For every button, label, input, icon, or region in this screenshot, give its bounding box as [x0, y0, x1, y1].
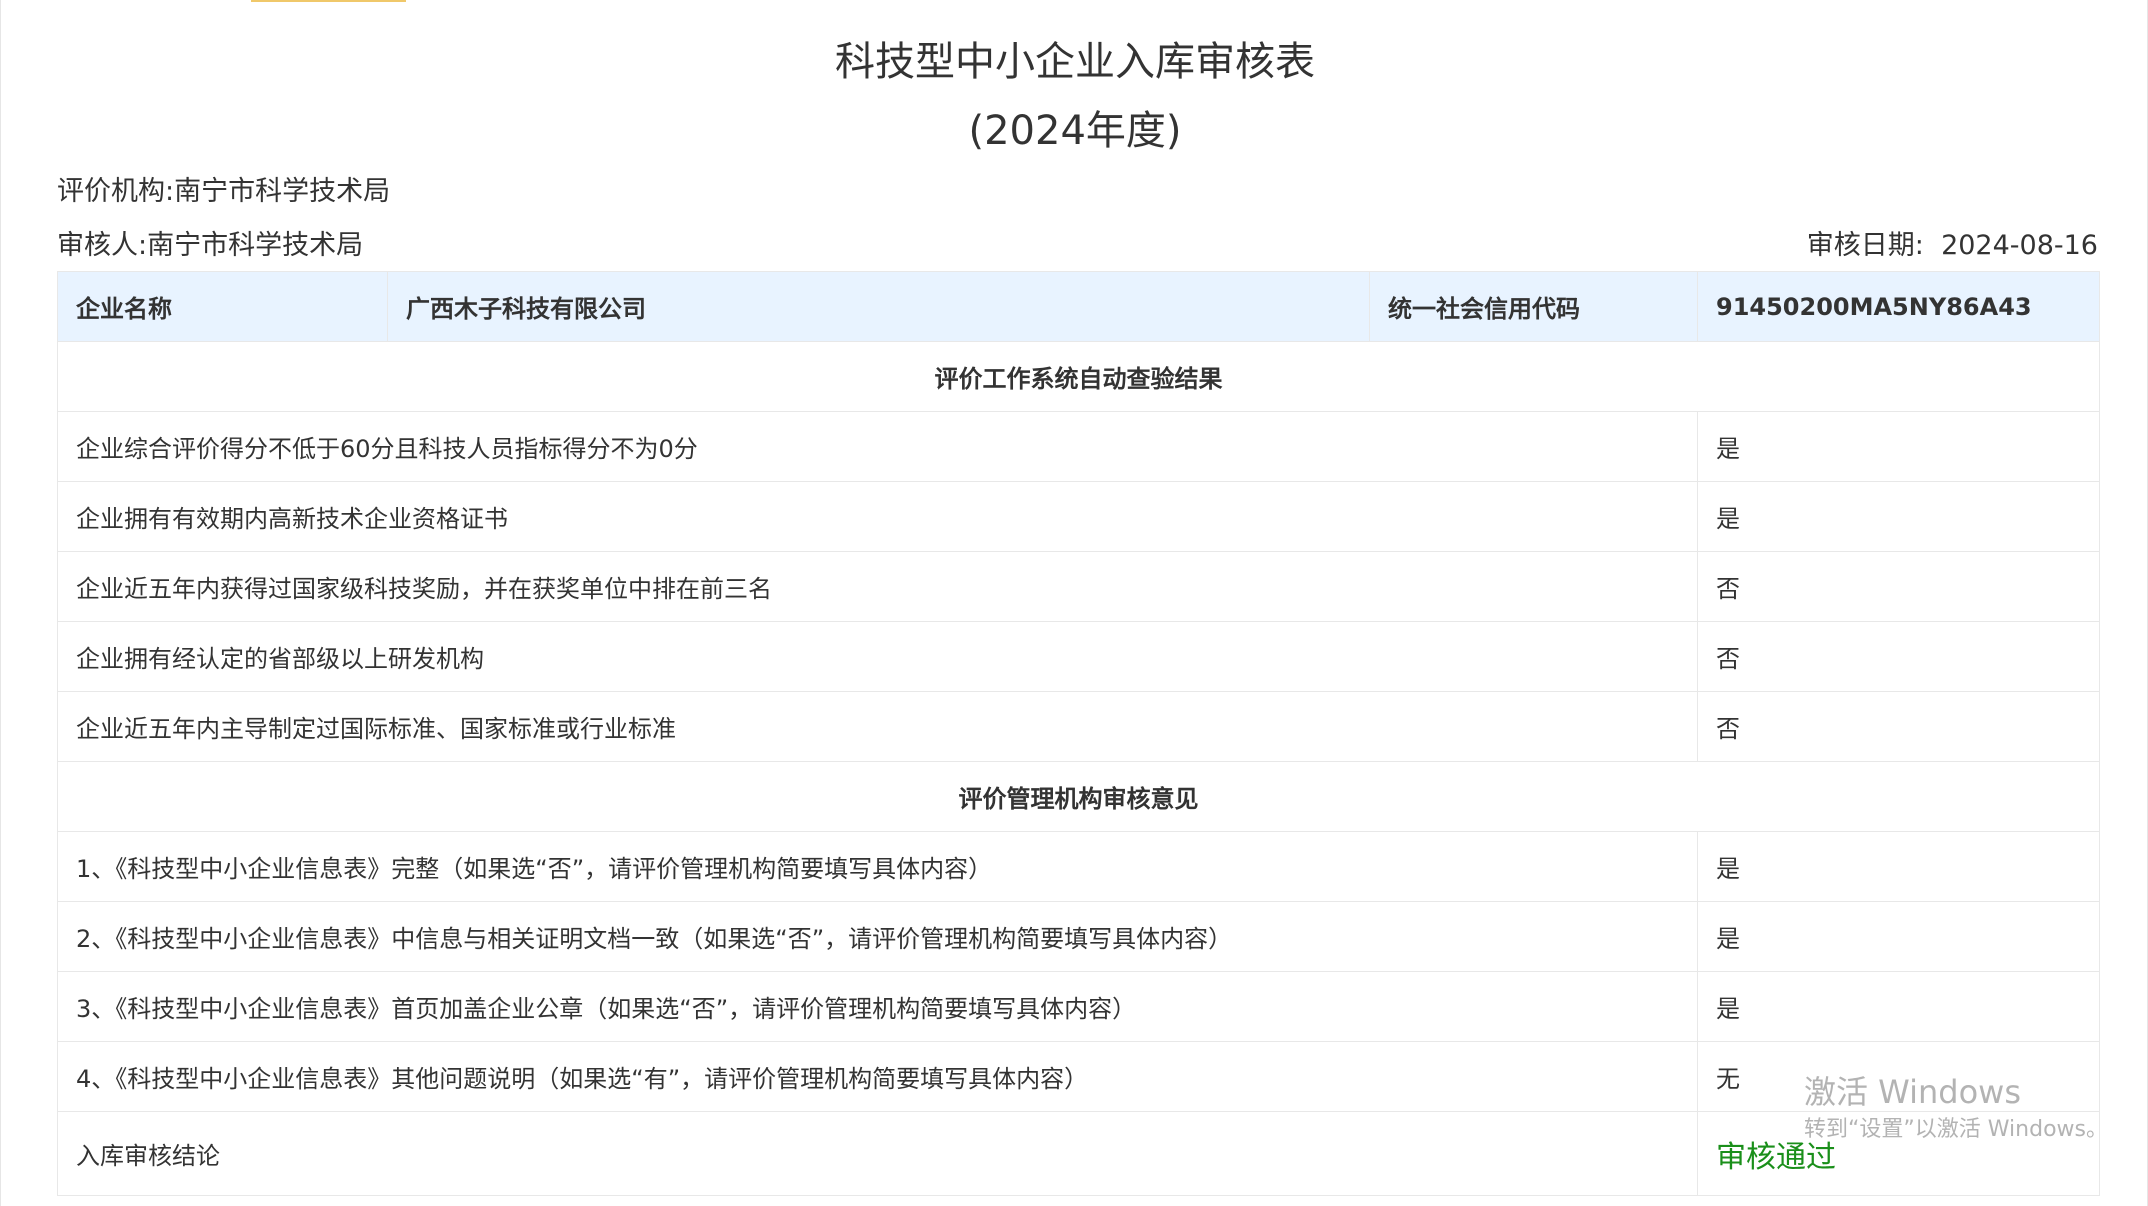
review-date-label: 审核日期:	[1806, 230, 1924, 261]
review-item: 1、《科技型中小企业信息表》完整（如果选“否”，请评价管理机构简要填写具体内容）	[57, 831, 1698, 902]
review-date-value: 2024-08-16	[1941, 230, 2098, 261]
auto-check-result: 是	[1697, 481, 2100, 552]
auto-check-section-title: 评价工作系统自动查验结果	[57, 341, 2100, 412]
table-row: 企业拥有有效期内高新技术企业资格证书 是	[57, 481, 2100, 552]
auto-check-result: 是	[1697, 411, 2100, 482]
evaluation-org-label: 评价机构:	[57, 176, 175, 207]
evaluation-org-value: 南宁市科学技术局	[174, 176, 391, 207]
review-item: 3、《科技型中小企业信息表》首页加盖企业公章（如果选“否”，请评价管理机构简要填…	[57, 971, 1698, 1042]
auto-check-item: 企业拥有有效期内高新技术企业资格证书	[57, 481, 1698, 552]
audit-page: 科技型中小企业入库审核表 (2024年度) 评价机构:南宁市科学技术局 审核人:…	[0, 0, 2148, 1206]
auto-check-item: 企业近五年内主导制定过国际标准、国家标准或行业标准	[57, 691, 1698, 762]
conclusion-status: 审核通过	[1716, 1139, 1836, 1175]
review-date: 审核日期: 2024-08-16	[1807, 226, 2098, 266]
review-item: 4、《科技型中小企业信息表》其他问题说明（如果选“有”，请评价管理机构简要填写具…	[57, 1041, 1698, 1112]
page-title: 科技型中小企业入库审核表	[835, 39, 1315, 85]
table-row: 4、《科技型中小企业信息表》其他问题说明（如果选“有”，请评价管理机构简要填写具…	[57, 1041, 2100, 1112]
review-result: 是	[1697, 971, 2100, 1042]
auto-check-result: 否	[1697, 621, 2100, 692]
review-section-title: 评价管理机构审核意见	[57, 761, 2100, 832]
auto-check-item: 企业拥有经认定的省部级以上研发机构	[57, 621, 1698, 692]
review-result: 是	[1697, 901, 2100, 972]
company-header-row: 企业名称 广西木子科技有限公司 统一社会信用代码 91450200MA5NY86…	[57, 271, 2100, 342]
top-accent-bar	[251, 0, 406, 2]
evaluation-org: 评价机构:南宁市科学技术局	[57, 172, 390, 212]
auto-check-item: 企业近五年内获得过国家级科技奖励，并在获奖单位中排在前三名	[57, 551, 1698, 622]
credit-code-value: 91450200MA5NY86A43	[1697, 271, 2100, 342]
section-header-row: 评价工作系统自动查验结果	[57, 341, 2100, 412]
table-row: 企业近五年内获得过国家级科技奖励，并在获奖单位中排在前三名 否	[57, 551, 2100, 622]
table-row: 企业近五年内主导制定过国际标准、国家标准或行业标准 否	[57, 691, 2100, 762]
table-row: 1、《科技型中小企业信息表》完整（如果选“否”，请评价管理机构简要填写具体内容）…	[57, 831, 2100, 902]
auto-check-item: 企业综合评价得分不低于60分且科技人员指标得分不为0分	[57, 411, 1698, 482]
review-result: 是	[1697, 831, 2100, 902]
conclusion-label: 入库审核结论	[57, 1111, 1698, 1196]
review-result: 无	[1697, 1041, 2100, 1112]
auto-check-result: 否	[1697, 551, 2100, 622]
audit-table: 企业名称 广西木子科技有限公司 统一社会信用代码 91450200MA5NY86…	[57, 271, 2100, 1196]
reviewer-value: 南宁市科学技术局	[147, 230, 364, 261]
table-row: 企业拥有经认定的省部级以上研发机构 否	[57, 621, 2100, 692]
company-name-label: 企业名称	[57, 271, 388, 342]
conclusion-cell: 审核通过	[1697, 1111, 2100, 1196]
credit-code-label: 统一社会信用代码	[1369, 271, 1698, 342]
table-row: 2、《科技型中小企业信息表》中信息与相关证明文档一致（如果选“否”，请评价管理机…	[57, 901, 2100, 972]
auto-check-result: 否	[1697, 691, 2100, 762]
reviewer: 审核人:南宁市科学技术局	[57, 226, 363, 266]
table-row: 3、《科技型中小企业信息表》首页加盖企业公章（如果选“否”，请评价管理机构简要填…	[57, 971, 2100, 1042]
reviewer-label: 审核人:	[57, 230, 148, 261]
table-row: 企业综合评价得分不低于60分且科技人员指标得分不为0分 是	[57, 411, 2100, 482]
company-name-value: 广西木子科技有限公司	[387, 271, 1370, 342]
conclusion-row: 入库审核结论 审核通过	[57, 1111, 2100, 1196]
review-item: 2、《科技型中小企业信息表》中信息与相关证明文档一致（如果选“否”，请评价管理机…	[57, 901, 1698, 972]
page-subtitle: (2024年度)	[968, 108, 1182, 154]
section-header-row: 评价管理机构审核意见	[57, 761, 2100, 832]
